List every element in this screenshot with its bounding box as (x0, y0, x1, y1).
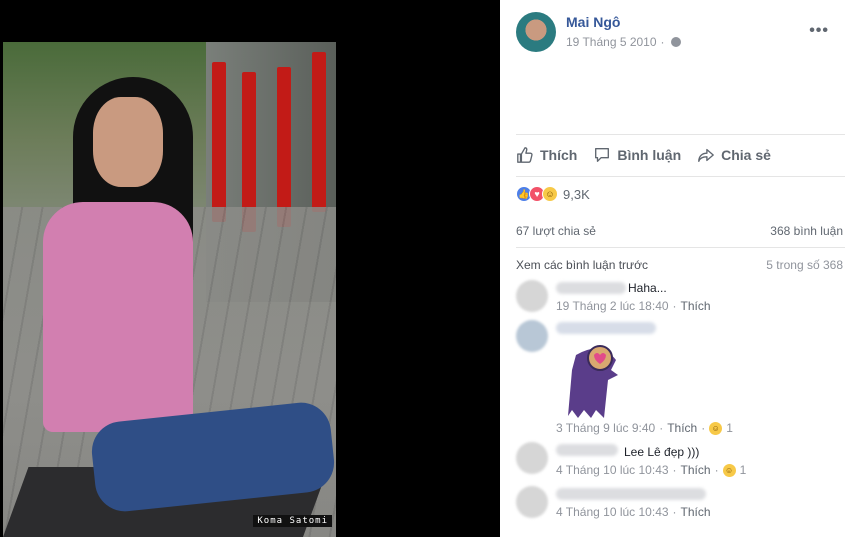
post-date-row: 19 Tháng 5 2010 · (566, 35, 681, 49)
divider (516, 247, 845, 248)
comment-like-link[interactable]: Thích (681, 463, 711, 477)
photo-flag (277, 67, 291, 227)
share-button[interactable]: Chia sẻ (697, 146, 771, 164)
comment-time[interactable]: 3 Tháng 9 lúc 9:40 (556, 421, 655, 435)
more-options-icon[interactable]: ••• (809, 22, 829, 40)
comment-time[interactable]: 19 Tháng 2 lúc 18:40 (556, 299, 669, 313)
meta-separator: · (672, 505, 677, 519)
like-label: Thích (540, 147, 578, 163)
view-previous-comments-link[interactable]: Xem các bình luận trước (516, 258, 648, 272)
meta-separator: · (672, 299, 677, 313)
comment-like-link[interactable]: Thích (667, 421, 697, 435)
author-name[interactable]: Mai Ngô (566, 14, 620, 30)
commenter-avatar[interactable] (516, 486, 548, 518)
photo-flag (312, 52, 326, 212)
post-date[interactable]: 19 Tháng 5 2010 (566, 35, 657, 49)
comment-meta: 4 Tháng 10 lúc 10:43 · Thích · ☺ 1 (556, 463, 746, 477)
divider (516, 134, 845, 135)
meta-separator: · (659, 421, 664, 435)
commenter-name-blurred[interactable] (556, 322, 656, 334)
comment-like-link[interactable]: Thích (681, 505, 711, 519)
post-actions: Thích Bình luận Chia sẻ (500, 136, 845, 174)
like-button[interactable]: Thích (516, 146, 577, 164)
haha-reaction-icon: ☺ (722, 463, 736, 477)
comment-meta: 4 Tháng 10 lúc 10:43 · Thích (556, 505, 711, 519)
commenter-avatar[interactable] (516, 442, 548, 474)
photo-person-face (93, 97, 163, 187)
share-count[interactable]: 67 lượt chia sẻ (516, 224, 596, 238)
photo-viewer: Koma Satomi (0, 0, 500, 537)
photo-watermark: Koma Satomi (253, 515, 332, 527)
commenter-avatar[interactable] (516, 320, 548, 352)
meta-separator: · (672, 463, 677, 477)
comment-time[interactable]: 4 Tháng 10 lúc 10:43 (556, 505, 669, 519)
comment-reaction-count: 1 (726, 421, 733, 435)
divider (516, 176, 845, 177)
commenter-avatar[interactable] (516, 280, 548, 312)
comment-like-link[interactable]: Thích (681, 299, 711, 313)
comment-text: Lee Lê đẹp ))) (624, 445, 700, 459)
photo-person-shirt (43, 202, 193, 432)
comment-text: Haha... (628, 281, 667, 295)
ghost-sticker-image[interactable] (556, 340, 626, 420)
comment-time[interactable]: 4 Tháng 10 lúc 10:43 (556, 463, 669, 477)
post-photo[interactable]: Koma Satomi (3, 42, 336, 537)
share-icon (698, 148, 714, 162)
commenter-name-blurred[interactable] (556, 444, 618, 456)
comment-meta: 3 Tháng 9 lúc 9:40 · Thích · ☺ 1 (556, 421, 733, 435)
share-label: Chia sẻ (721, 147, 771, 163)
haha-reaction-icon: ☺ (542, 186, 558, 202)
commenter-name-blurred[interactable] (556, 282, 626, 294)
comment-button[interactable]: Bình luận (593, 146, 681, 164)
reaction-count: 9,3K (563, 186, 590, 202)
post-panel: Mai Ngô 19 Tháng 5 2010 · ••• Thích Bình… (500, 0, 845, 537)
author-avatar[interactable] (516, 12, 556, 52)
date-separator: · (660, 35, 665, 49)
globe-icon (670, 37, 681, 47)
comment-label: Bình luận (617, 147, 682, 163)
haha-reaction-icon: ☺ (709, 421, 723, 435)
meta-separator: · (714, 463, 719, 477)
meta-separator: · (701, 421, 706, 435)
comment-reaction-count: 1 (739, 463, 747, 477)
comments-shown-count: 5 trong số 368 (766, 258, 843, 272)
post-header: Mai Ngô 19 Tháng 5 2010 · ••• (500, 0, 845, 130)
commenter-name-blurred[interactable] (556, 488, 706, 500)
thumbs-up-icon (517, 147, 533, 163)
comment-meta: 19 Tháng 2 lúc 18:40 · Thích (556, 299, 711, 313)
photo-flag (212, 62, 226, 222)
reaction-summary[interactable]: 👍 ♥ ☺ 9,3K (516, 186, 590, 202)
comment-count[interactable]: 368 bình luận (770, 224, 843, 238)
comment-icon (595, 148, 610, 162)
